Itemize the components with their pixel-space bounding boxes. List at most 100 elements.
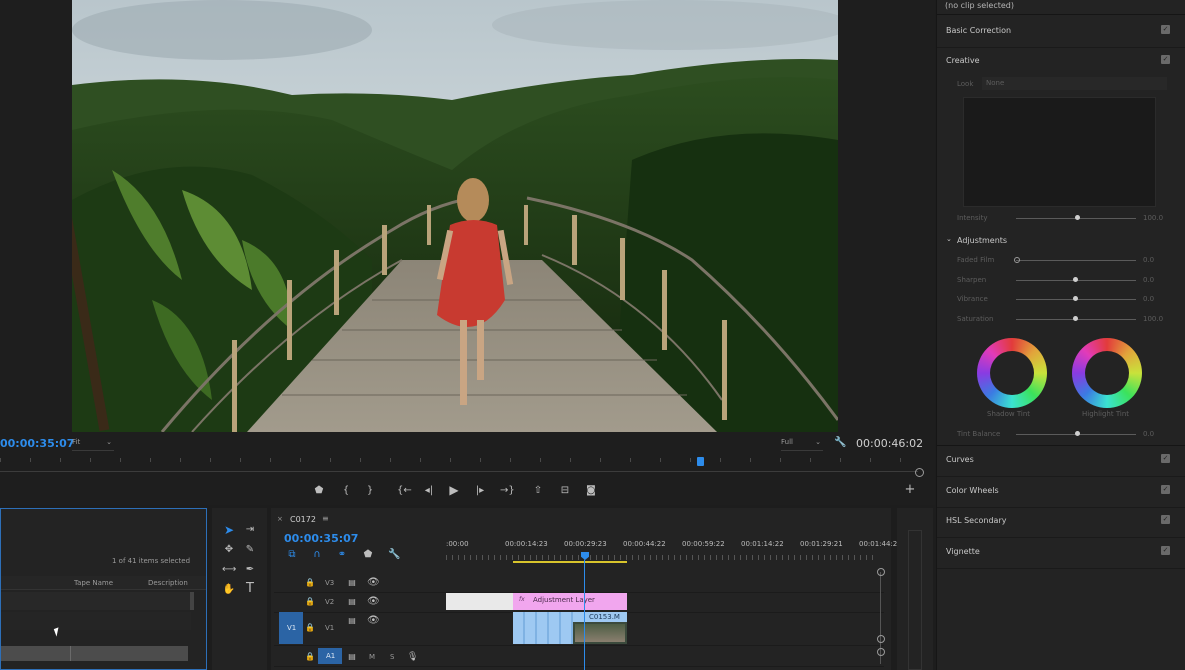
hand-tool-icon[interactable]: ✋: [222, 584, 236, 596]
razor-tool-icon[interactable]: ✎: [243, 544, 257, 556]
add-button-icon[interactable]: +: [904, 483, 916, 496]
step-forward-icon[interactable]: |▸: [474, 485, 486, 497]
thumbnail-size-slider[interactable]: [1, 646, 188, 661]
go-to-in-icon[interactable]: {←: [397, 485, 412, 497]
lift-icon[interactable]: ⇧: [532, 485, 544, 497]
go-to-out-icon[interactable]: →}: [500, 485, 515, 497]
checkbox-icon[interactable]: ✓: [1161, 55, 1170, 64]
shadow-tint-wheel[interactable]: [977, 338, 1047, 408]
monitor-playhead[interactable]: [697, 457, 704, 466]
tint-balance-value[interactable]: 0.0: [1143, 430, 1154, 438]
timeline-timecode[interactable]: 00:00:35:07: [284, 532, 358, 545]
adjustment-slider-knob[interactable]: [1014, 257, 1020, 263]
monitor-time-ruler[interactable]: [0, 458, 922, 472]
list-item[interactable]: [1, 592, 191, 610]
solo-track-button[interactable]: S: [390, 653, 394, 661]
adjustment-slider[interactable]: [1016, 260, 1136, 261]
linked-selection-icon[interactable]: ⚭: [336, 549, 348, 561]
slider-value[interactable]: 0.0: [1143, 276, 1154, 284]
white-clip[interactable]: [446, 593, 513, 610]
timeline-ruler[interactable]: :00:00 00:00:14:23 00:00:29:23 00:00:44:22 0…: [446, 540, 897, 566]
lock-icon[interactable]: 🔒: [305, 596, 315, 608]
adjustment-slider-knob[interactable]: [1073, 316, 1078, 321]
scroll-handle-mid[interactable]: [877, 635, 885, 643]
monitor-scrub-end-handle[interactable]: [915, 468, 924, 477]
video-clip-segments[interactable]: [513, 612, 573, 644]
column-description[interactable]: Description: [148, 579, 188, 587]
export-frame-icon[interactable]: ◙: [585, 485, 597, 497]
checkbox-icon[interactable]: ✓: [1161, 25, 1170, 34]
scroll-handle-bottom[interactable]: [877, 648, 885, 656]
snap-icon[interactable]: ∩: [311, 549, 323, 561]
nest-icon[interactable]: ⧉: [286, 549, 298, 561]
checkbox-icon[interactable]: ✓: [1161, 484, 1170, 494]
eye-icon[interactable]: 👁: [367, 577, 380, 589]
section-row[interactable]: Curves ✓: [937, 446, 1185, 477]
slip-tool-icon[interactable]: ⟷: [222, 564, 236, 576]
section-row[interactable]: Vignette ✓: [937, 538, 1185, 569]
sequence-menu-icon[interactable]: ≡: [322, 514, 329, 523]
quality-select[interactable]: Full ⌄: [781, 438, 823, 451]
play-icon[interactable]: ▶: [448, 484, 460, 496]
tint-balance-slider-knob[interactable]: [1075, 431, 1080, 436]
lock-icon[interactable]: 🔒: [305, 651, 315, 663]
adjustment-slider-knob[interactable]: [1073, 277, 1078, 282]
checkbox-icon[interactable]: ✓: [1161, 515, 1170, 524]
sync-lock-icon[interactable]: ▤: [347, 615, 357, 627]
add-marker-icon[interactable]: ⬟: [313, 485, 325, 497]
highlight-tint-wheel[interactable]: [1072, 338, 1142, 408]
checkbox-icon[interactable]: ✓: [1161, 454, 1170, 463]
type-tool-icon[interactable]: T: [243, 582, 257, 595]
timeline-playhead-line[interactable]: [584, 560, 585, 670]
adjustments-header[interactable]: Adjustments: [957, 236, 1007, 245]
wrench-icon[interactable]: 🔧: [834, 437, 846, 449]
look-select[interactable]: None: [982, 77, 1167, 90]
video-clip[interactable]: C0153.M: [573, 612, 627, 644]
slider-value[interactable]: 0.0: [1143, 256, 1154, 264]
section-row[interactable]: Color Wheels ✓: [937, 477, 1185, 508]
eye-icon[interactable]: 👁: [367, 615, 380, 627]
eye-icon[interactable]: 👁: [367, 596, 380, 608]
close-tab-icon[interactable]: ×: [277, 515, 283, 523]
project-scrollbar[interactable]: [190, 592, 194, 610]
program-monitor-video-frame[interactable]: [72, 0, 838, 432]
mute-track-button[interactable]: M: [369, 653, 375, 661]
add-marker-icon[interactable]: ⬟: [362, 549, 374, 561]
mark-in-icon[interactable]: {: [340, 485, 352, 497]
work-area-bar[interactable]: [513, 561, 627, 563]
mark-out-icon[interactable]: }: [364, 485, 376, 497]
zoom-select[interactable]: Fit ⌄: [72, 438, 114, 451]
intensity-value[interactable]: 100.0: [1143, 214, 1163, 222]
wrench-icon[interactable]: 🔧: [388, 549, 400, 561]
adjustment-layer-clip[interactable]: fx Adjustment Layer: [513, 593, 627, 610]
track-select-tool-icon[interactable]: ⇥: [243, 524, 257, 536]
list-item[interactable]: [1, 612, 191, 630]
pen-tool-icon[interactable]: ✒: [243, 564, 257, 576]
scroll-handle-top[interactable]: [877, 568, 885, 576]
column-tape-name[interactable]: Tape Name: [74, 579, 113, 587]
section-creative[interactable]: Creative ✓: [937, 47, 1185, 77]
step-back-icon[interactable]: ◂|: [423, 485, 435, 497]
microphone-icon[interactable]: 🎙: [407, 651, 418, 663]
sync-lock-icon[interactable]: ▤: [347, 596, 357, 608]
monitor-scrub-track[interactable]: [0, 471, 918, 472]
sync-lock-icon[interactable]: ▤: [347, 651, 357, 663]
slider-label: Sharpen: [957, 276, 987, 284]
section-basic-correction[interactable]: Basic Correction ✓: [937, 17, 1185, 48]
current-timecode[interactable]: 00:00:35:07: [0, 437, 74, 450]
adjustment-slider-knob[interactable]: [1073, 296, 1078, 301]
sequence-tab[interactable]: C0172: [290, 515, 316, 524]
extract-icon[interactable]: ⊟: [558, 485, 572, 497]
sync-lock-icon[interactable]: ▤: [347, 577, 357, 589]
slider-value[interactable]: 100.0: [1143, 315, 1163, 323]
section-row[interactable]: HSL Secondary ✓: [937, 507, 1185, 538]
lock-icon[interactable]: 🔒: [305, 577, 315, 589]
lock-icon[interactable]: 🔒: [305, 622, 315, 634]
look-preview[interactable]: [963, 97, 1156, 207]
checkbox-icon[interactable]: ✓: [1161, 545, 1170, 555]
selection-tool-icon[interactable]: ➤: [222, 524, 236, 536]
slider-value[interactable]: 0.0: [1143, 295, 1154, 303]
chevron-down-icon[interactable]: ⌄: [946, 235, 952, 243]
ripple-edit-tool-icon[interactable]: ✥: [222, 544, 236, 556]
intensity-slider-knob[interactable]: [1075, 215, 1080, 220]
